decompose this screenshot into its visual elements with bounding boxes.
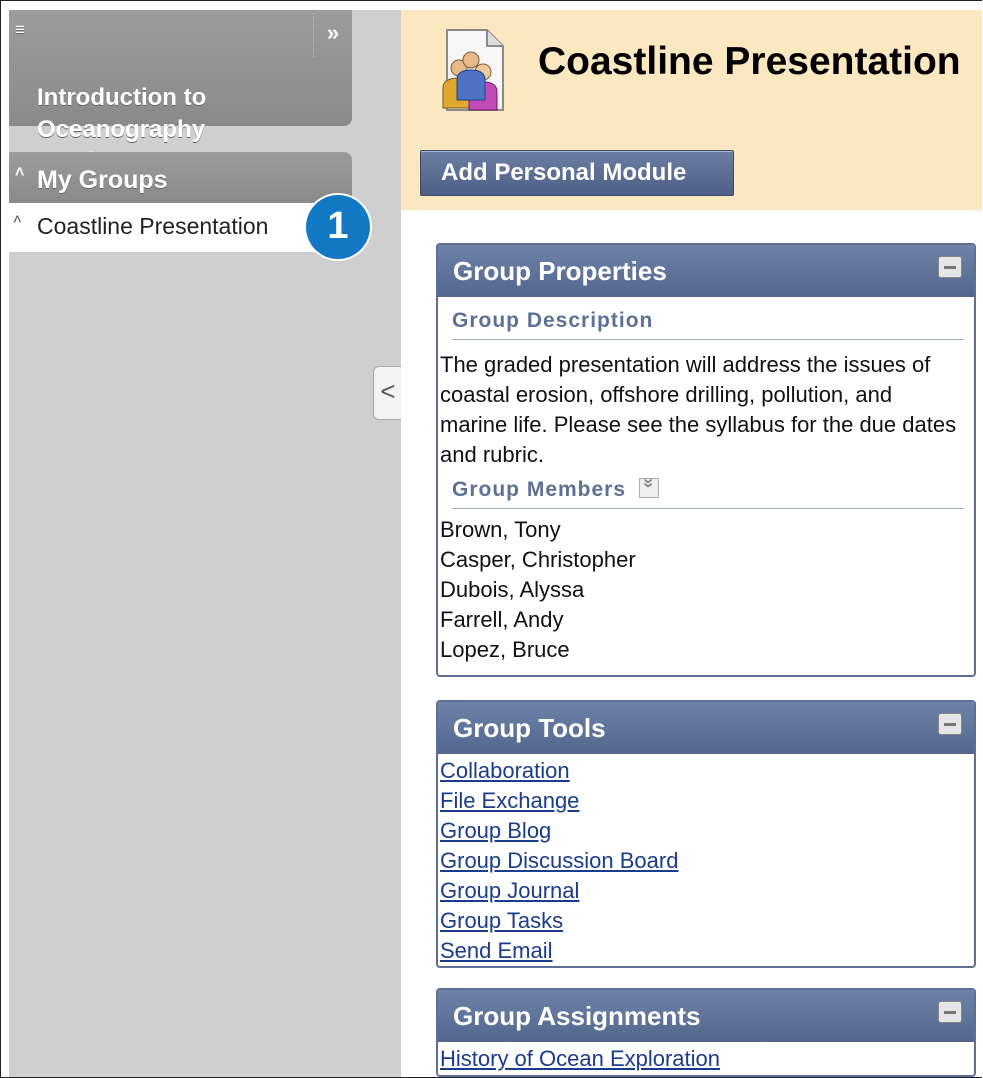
page-header: Coastline Presentation Add Personal Modu… [401, 10, 982, 210]
page-title: Coastline Presentation [538, 40, 961, 83]
group-assignments-module: Group Assignments History of Ocean Explo… [436, 988, 976, 1077]
list-item: Collaboration [438, 756, 974, 786]
list-item: Group Tasks [438, 906, 974, 936]
group-tools-module: Group Tools Collaboration File Exchange … [436, 700, 976, 968]
module-title: Group Tools [453, 713, 606, 743]
list-item: History of Ocean Exploration [438, 1044, 974, 1074]
list-item: Casper, Christopher [440, 547, 636, 572]
sort-icon[interactable] [638, 478, 659, 498]
minimize-icon[interactable] [938, 1001, 962, 1023]
chevron-up-icon: ˄ [13, 211, 22, 228]
module-title: Group Assignments [453, 1001, 701, 1031]
list-item: Lopez, Bruce [440, 637, 570, 662]
group-people-icon [442, 29, 504, 111]
main-content: Coastline Presentation Add Personal Modu… [401, 10, 982, 1077]
list-item: Farrell, Andy [440, 607, 564, 632]
add-personal-module-button[interactable]: Add Personal Module [420, 150, 734, 196]
tool-link-discussion-board[interactable]: Group Discussion Board [440, 848, 678, 873]
tool-links: Collaboration File Exchange Group Blog G… [438, 756, 974, 966]
group-members-label: Group Members [452, 478, 627, 501]
chevron-up-icon: ˄ [15, 164, 25, 181]
my-groups-label: My Groups [37, 166, 168, 194]
list-item: File Exchange [438, 786, 974, 816]
list-item: Brown, Tony [440, 517, 561, 542]
app-frame: ≡ Introduction to Oceanography Section 2… [0, 0, 982, 1078]
tool-link-file-exchange[interactable]: File Exchange [440, 788, 579, 813]
collapse-sidebar-button[interactable]: < [373, 366, 402, 420]
tool-link-group-tasks[interactable]: Group Tasks [440, 908, 563, 933]
group-description-heading: Group Description [452, 309, 964, 340]
group-properties-module: Group Properties Group Description The g… [436, 243, 976, 677]
course-sidebar: ≡ Introduction to Oceanography Section 2… [9, 10, 402, 1077]
tool-link-group-blog[interactable]: Group Blog [440, 818, 551, 843]
group-members-heading: Group Members [452, 478, 964, 509]
assignment-link[interactable]: History of Ocean Exploration [440, 1046, 720, 1071]
module-header: Group Properties [438, 245, 974, 297]
tool-link-group-journal[interactable]: Group Journal [440, 878, 579, 903]
list-item: Dubois, Alyssa [440, 577, 585, 602]
expand-menu-button[interactable]: » [313, 13, 352, 57]
module-header: Group Tools [438, 702, 974, 754]
sidebar-item-coastline-presentation[interactable]: ˄ Coastline Presentation [9, 203, 352, 252]
tool-link-send-email[interactable]: Send Email [440, 938, 553, 963]
sidebar-item-label: Coastline Presentation [37, 213, 269, 239]
module-header: Group Assignments [438, 990, 974, 1042]
minimize-icon[interactable] [938, 713, 962, 735]
list-item: Group Discussion Board [438, 846, 974, 876]
list-item: Group Blog [438, 816, 974, 846]
callout-badge: 1 [306, 195, 370, 259]
assignment-links: History of Ocean Exploration [438, 1044, 974, 1074]
list-item: Send Email [438, 936, 974, 966]
minimize-icon[interactable] [938, 256, 962, 278]
course-menu-header[interactable]: ≡ Introduction to Oceanography Section 2… [9, 10, 352, 175]
chevron-down-icon: ≡ [15, 20, 25, 39]
member-list: Brown, Tony Casper, Christopher Dubois, … [438, 515, 974, 665]
module-title: Group Properties [453, 256, 667, 286]
tool-link-collaboration[interactable]: Collaboration [440, 758, 570, 783]
list-item: Group Journal [438, 876, 974, 906]
my-groups-header[interactable]: ˄ My Groups [9, 152, 352, 203]
group-description-text: The graded presentation will address the… [440, 352, 957, 467]
